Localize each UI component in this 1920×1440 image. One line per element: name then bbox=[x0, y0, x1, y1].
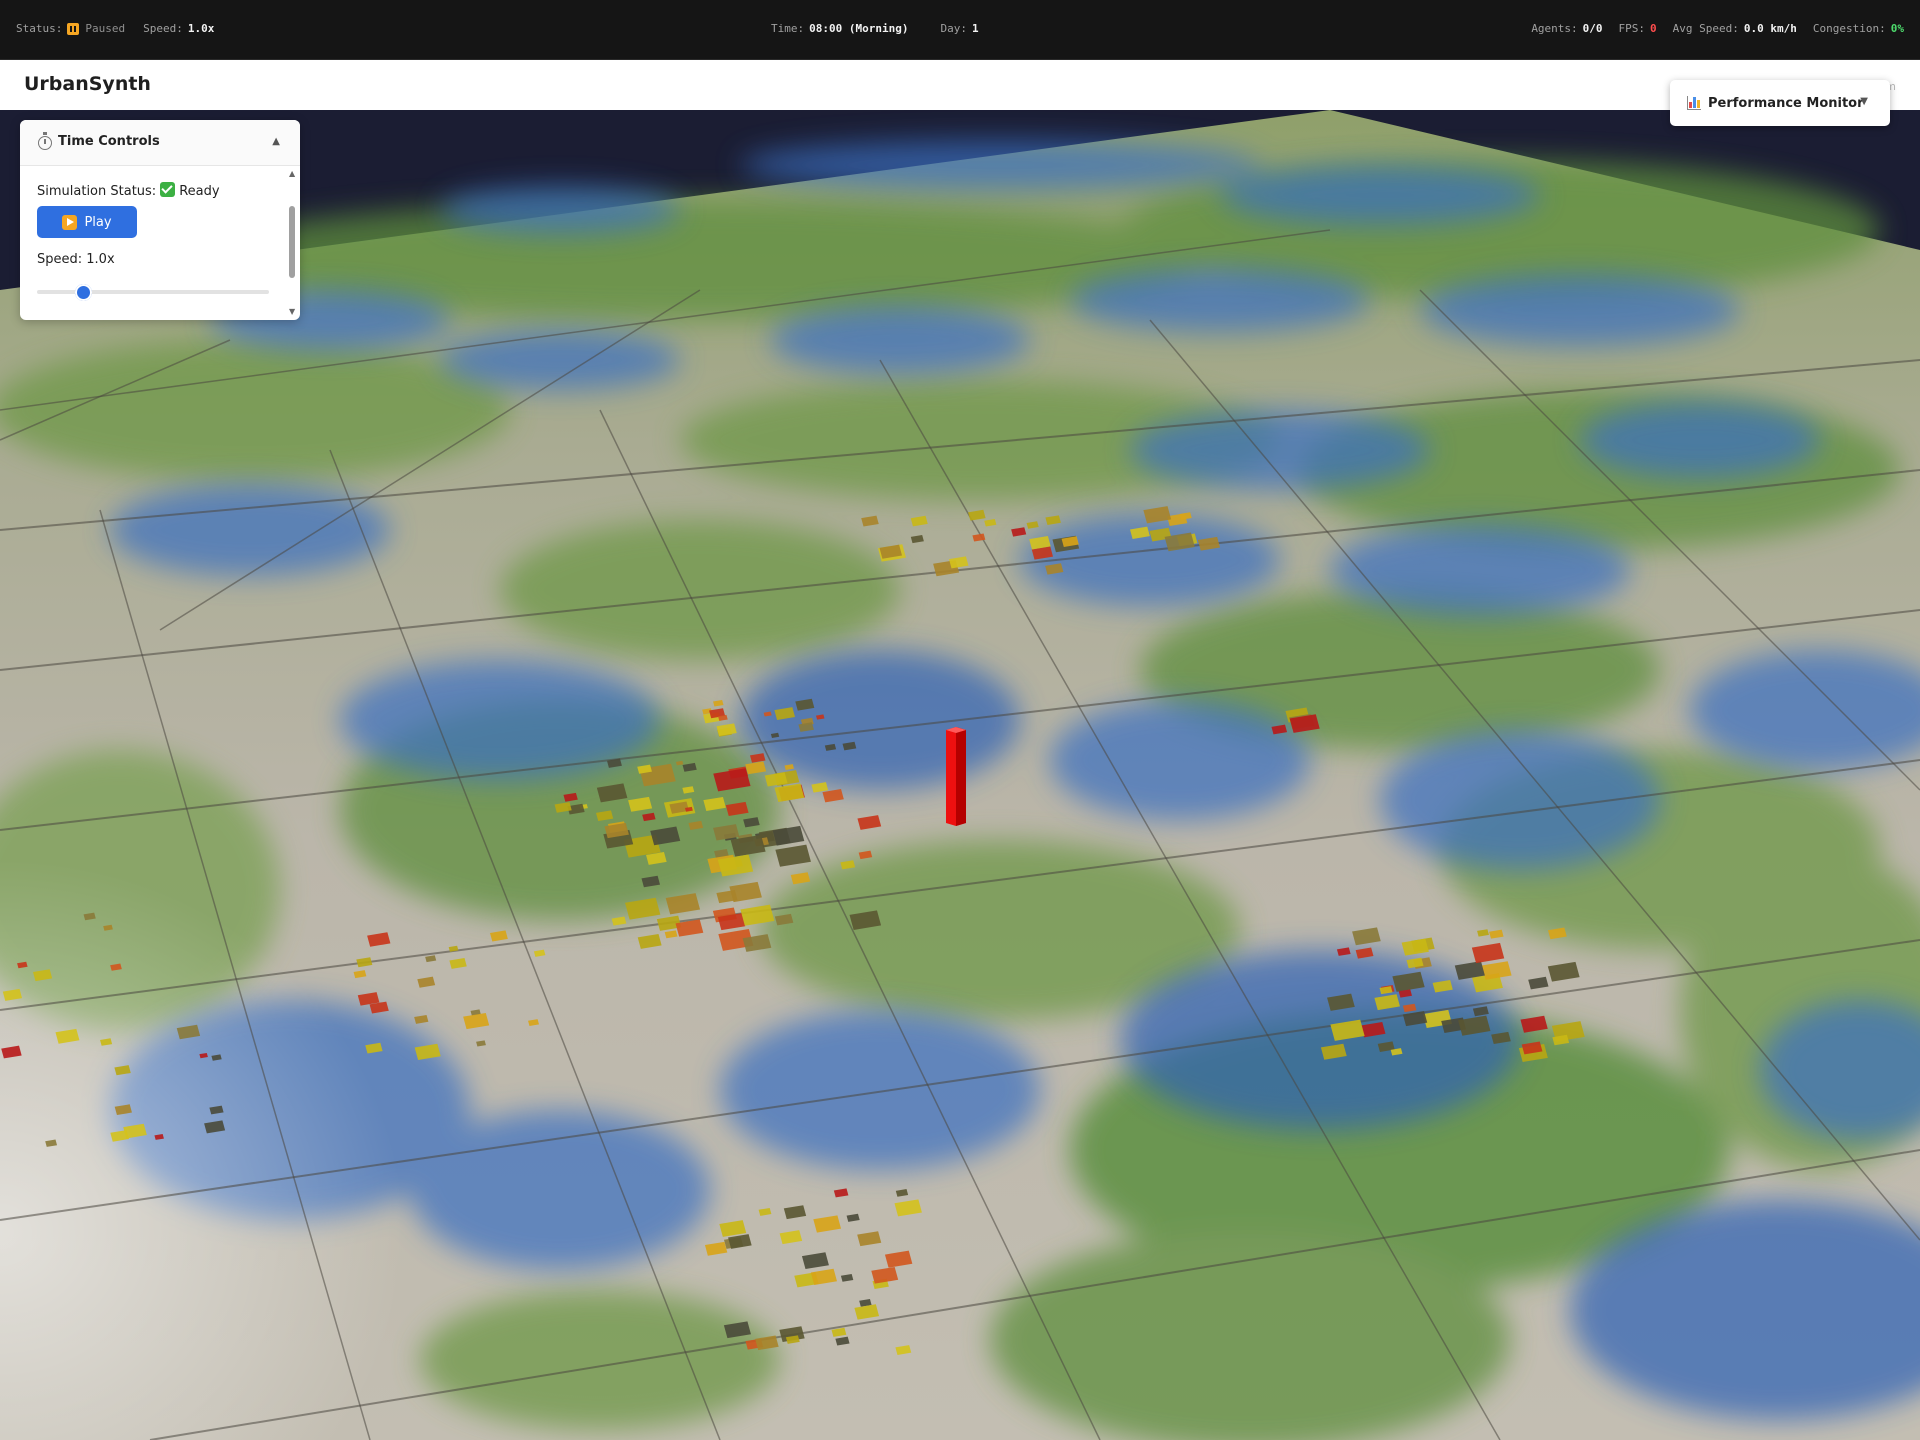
day-value: 1 bbox=[971, 22, 979, 35]
speed-label: Speed: bbox=[143, 22, 183, 35]
status-left-group: Status: Paused Speed: 1.0x bbox=[16, 22, 214, 35]
fps-label: FPS: bbox=[1618, 22, 1646, 35]
app-header: UrbanSynth m bbox=[0, 60, 1920, 110]
avg-speed-value: 0.0 km/h bbox=[1743, 22, 1797, 35]
play-button[interactable]: Play bbox=[37, 206, 137, 238]
simulation-status-label: Simulation Status: bbox=[37, 184, 157, 199]
simulation-status-value: Ready bbox=[179, 184, 220, 199]
scrollbar-thumb[interactable] bbox=[289, 206, 295, 278]
speed-slider-thumb[interactable] bbox=[75, 284, 93, 301]
fps-indicator: FPS: 0 bbox=[1619, 22, 1657, 35]
status-right-group: Agents: 0/0 FPS: 0 Avg Speed: 0.0 km/h C… bbox=[1531, 22, 1904, 35]
agents-indicator: Agents: 0/0 bbox=[1531, 22, 1602, 35]
day-indicator: Day: 1 bbox=[940, 22, 978, 35]
status-center-group: Time: 08:00 (Morning) Day: 1 bbox=[771, 22, 979, 35]
agents-label: Agents: bbox=[1531, 22, 1578, 35]
status-bar: Status: Paused Speed: 1.0x Time: 08:00 (… bbox=[0, 0, 1920, 60]
avg-speed-label: Avg Speed: bbox=[1672, 22, 1739, 35]
congestion-value: 0% bbox=[1890, 22, 1904, 35]
panel-scrollbar[interactable]: ▲ ▼ bbox=[286, 166, 298, 320]
avg-speed-indicator: Avg Speed: 0.0 km/h bbox=[1673, 22, 1797, 35]
time-indicator: Time: 08:00 (Morning) bbox=[771, 22, 908, 35]
time-controls-header[interactable]: Time Controls ▲ bbox=[20, 120, 300, 166]
fps-value: 0 bbox=[1650, 22, 1657, 35]
speed-indicator: Speed: 1.0x bbox=[143, 22, 214, 35]
play-button-label: Play bbox=[84, 214, 112, 230]
light-highlight bbox=[0, 610, 900, 1440]
speed-slider-track[interactable] bbox=[37, 290, 269, 294]
play-icon bbox=[62, 214, 78, 230]
pause-icon bbox=[67, 22, 80, 35]
time-controls-title: Time Controls bbox=[58, 134, 160, 149]
congestion-label: Congestion: bbox=[1812, 22, 1886, 35]
time-value: 08:00 (Morning) bbox=[809, 22, 909, 35]
bar-chart-icon bbox=[1687, 96, 1701, 110]
scroll-up-icon[interactable]: ▲ bbox=[289, 170, 295, 178]
stopwatch-icon bbox=[38, 132, 52, 150]
time-controls-body: Simulation Status: Ready Play Speed: 1.0x… bbox=[20, 166, 300, 320]
chevron-down-icon: ▼ bbox=[1860, 96, 1868, 107]
performance-monitor-toggle[interactable]: Performance Monitor ▼ bbox=[1670, 80, 1890, 126]
time-controls-panel: Time Controls ▲ Simulation Status: Ready … bbox=[20, 120, 300, 320]
performance-monitor-title: Performance Monitor bbox=[1708, 95, 1864, 111]
status-label: Status: bbox=[16, 22, 63, 35]
speed-readout: Speed: 1.0x bbox=[37, 252, 115, 267]
day-label: Day: bbox=[940, 22, 967, 35]
check-icon bbox=[160, 182, 176, 197]
status-value: Paused bbox=[85, 22, 126, 35]
app-title: UrbanSynth bbox=[24, 73, 151, 95]
selected-marker-tower[interactable] bbox=[946, 727, 966, 826]
time-label: Time: bbox=[771, 22, 805, 35]
scroll-down-icon[interactable]: ▼ bbox=[289, 308, 295, 316]
speed-slider[interactable] bbox=[37, 284, 269, 301]
agents-value: 0/0 bbox=[1582, 22, 1603, 35]
simulation-status-row: Simulation Status: Ready bbox=[37, 182, 220, 199]
collapse-chevron-icon[interactable]: ▲ bbox=[272, 136, 280, 147]
congestion-indicator: Congestion: 0% bbox=[1813, 22, 1904, 35]
speed-value: 1.0x bbox=[187, 22, 215, 35]
status-indicator: Status: Paused bbox=[16, 22, 125, 35]
